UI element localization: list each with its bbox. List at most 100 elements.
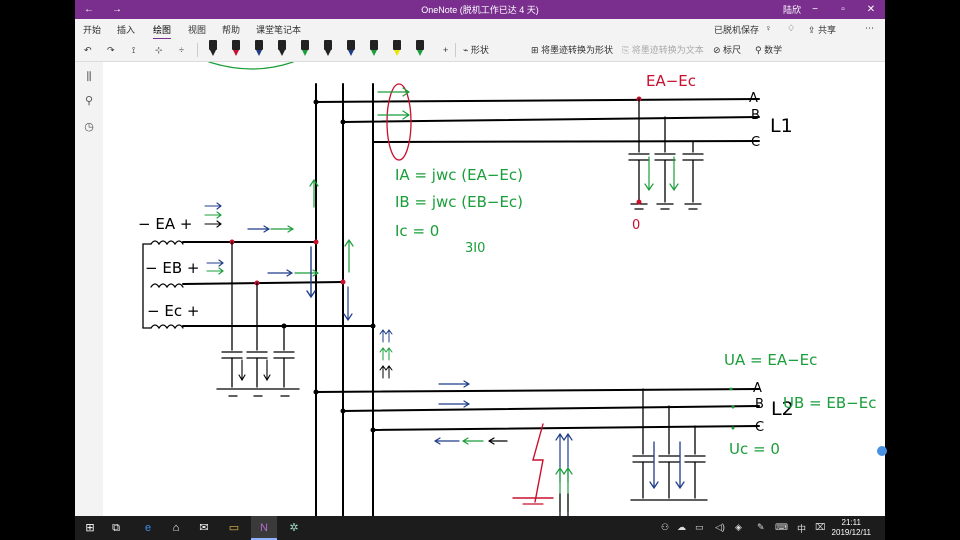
black-arrow (379, 365, 387, 379)
task-view-icon[interactable]: ⧉ (103, 516, 129, 540)
l1-label-c: C (751, 135, 760, 150)
l2-label-c: C (755, 420, 764, 435)
close-icon[interactable]: ✕ (857, 0, 885, 19)
green-arc-stroke (208, 62, 294, 70)
tab-home[interactable]: 开始 (83, 23, 101, 36)
blue-arrow (206, 259, 224, 267)
blue-arrow (343, 286, 353, 322)
ruler-button[interactable]: ⊘ 标尺 (713, 42, 741, 58)
tray-icon[interactable]: ◈ (735, 522, 742, 533)
voltage-uc: Uc = 0 (729, 440, 780, 458)
pen-body (232, 40, 240, 50)
ime-icon[interactable]: ⌧ (815, 522, 825, 533)
tab-insert[interactable]: 插入 (117, 23, 135, 36)
black-arrow (385, 365, 393, 379)
tab-class-notebook[interactable]: 课堂笔记本 (256, 23, 301, 36)
lightbulb-icon[interactable]: ♀ (765, 23, 772, 33)
people-icon[interactable]: ⚇ (661, 522, 669, 533)
lasso-add-icon[interactable]: ⊹ (155, 42, 163, 58)
source-coil (150, 324, 184, 330)
ruler-label: 标尺 (723, 45, 742, 55)
pen-tool-6[interactable] (322, 39, 334, 59)
undo-icon[interactable]: ↶ (84, 42, 92, 58)
chat-icon[interactable]: ☁ (677, 522, 686, 533)
pen-tool-5[interactable] (299, 39, 311, 59)
pen-tip (302, 50, 308, 56)
more-options-icon[interactable]: ⋯ (865, 23, 874, 34)
green-mark-dot (731, 426, 735, 430)
blue-arrow (267, 269, 294, 277)
taskbar-clock[interactable]: 21:11 2019/12/11 (832, 518, 871, 538)
page-canvas[interactable]: EA−Ec A B C L1 0 IA = jwc (EA−Ec) IB = j… (103, 62, 885, 516)
recent-notes-icon[interactable]: ◷ (82, 120, 96, 134)
blue-arrow (433, 437, 460, 445)
pen-tool-8[interactable] (368, 39, 380, 59)
lasso-select-icon[interactable]: ⟟ (132, 42, 135, 58)
equation-ic: Ic = 0 (395, 222, 439, 240)
ink-to-text-button[interactable]: ⎘ 将墨迹转换为文本 (622, 42, 704, 58)
user-name[interactable]: 陆欣 (783, 3, 801, 16)
app-icon[interactable]: ✲ (281, 516, 307, 540)
shapes-button[interactable]: ⌁ 形状 (463, 42, 489, 58)
ink-to-shape-button[interactable]: ⊞ 将墨迹转换为形状 (531, 42, 613, 58)
junction-dot (313, 389, 319, 395)
tab-help[interactable]: 帮助 (222, 23, 240, 36)
math-button[interactable]: ⚲ 数学 (755, 42, 782, 58)
green-arrow (669, 156, 679, 192)
keyboard-icon[interactable]: ⌨ (775, 522, 788, 533)
search-icon[interactable]: ⚲ (82, 94, 96, 108)
pen-tip (279, 50, 285, 56)
pen-tool-7[interactable] (345, 39, 357, 59)
zero-label: 0 (632, 218, 640, 233)
pen-tool-3[interactable] (253, 39, 265, 59)
pen-tool-4[interactable] (276, 39, 288, 59)
insert-space-icon[interactable]: ÷ (179, 42, 184, 58)
blue-arrow (438, 380, 471, 388)
pen-body (416, 40, 424, 50)
pen-ink-icon[interactable]: ✎ (757, 522, 765, 533)
blue-arrow (385, 329, 393, 343)
redo-icon[interactable]: ↷ (107, 42, 115, 58)
junction-dot (370, 427, 376, 433)
onenote-taskbar-icon[interactable]: N (251, 516, 277, 540)
voltage-ua: UA = EA−Ec (724, 351, 817, 369)
start-windows-icon[interactable]: ⊞ (77, 516, 103, 540)
maximize-icon[interactable]: ▫ (829, 0, 857, 19)
store-icon[interactable]: ⌂ (163, 516, 189, 540)
window-title: OneNote (脱机工作已达 4 天) (421, 5, 539, 15)
green-arrow (344, 238, 354, 273)
file-explorer-icon[interactable]: ▭ (221, 516, 247, 540)
pen-tip (371, 50, 377, 56)
pen-body (301, 40, 309, 50)
black-arrow (238, 359, 246, 382)
equation-3i0: 3I0 (465, 241, 485, 256)
l1-label-a: A (749, 91, 758, 106)
input-method[interactable]: 中 (797, 522, 806, 535)
edge-browser-icon[interactable]: e (135, 516, 161, 540)
mail-icon[interactable]: ✉ (191, 516, 217, 540)
line-l2-a (315, 388, 760, 393)
pen-tool-9[interactable] (391, 39, 403, 59)
network-icon[interactable]: ▭ (695, 522, 704, 533)
share-button[interactable]: ⇪ 共享 (808, 23, 836, 36)
toolbar-divider (455, 43, 456, 57)
blue-arrow (247, 225, 271, 233)
top-ea-ec-label: EA−Ec (646, 72, 696, 90)
ink-to-text-label: 将墨迹转换为文本 (631, 45, 704, 55)
bell-icon[interactable]: ♢ (787, 23, 795, 34)
black-arrow (487, 437, 508, 445)
notebooks-icon[interactable]: ⫼ (82, 70, 96, 84)
pen-tool-10[interactable] (414, 39, 426, 59)
pen-tool-2[interactable] (230, 39, 242, 59)
pen-tip (210, 50, 216, 56)
minimize-icon[interactable]: − (801, 0, 829, 19)
toolbar-divider (197, 43, 198, 57)
scroll-indicator-dot[interactable] (877, 446, 887, 456)
tab-view[interactable]: 视图 (188, 23, 206, 36)
volume-icon[interactable]: ◁) (715, 522, 725, 533)
tab-draw[interactable]: 绘图 (153, 23, 172, 40)
l2-label-a: A (753, 381, 762, 396)
add-pen-icon[interactable]: + (443, 42, 448, 58)
ink-drawing: EA−Ec A B C L1 0 IA = jwc (EA−Ec) IB = j… (138, 62, 876, 516)
pen-tool-1[interactable] (207, 39, 219, 59)
